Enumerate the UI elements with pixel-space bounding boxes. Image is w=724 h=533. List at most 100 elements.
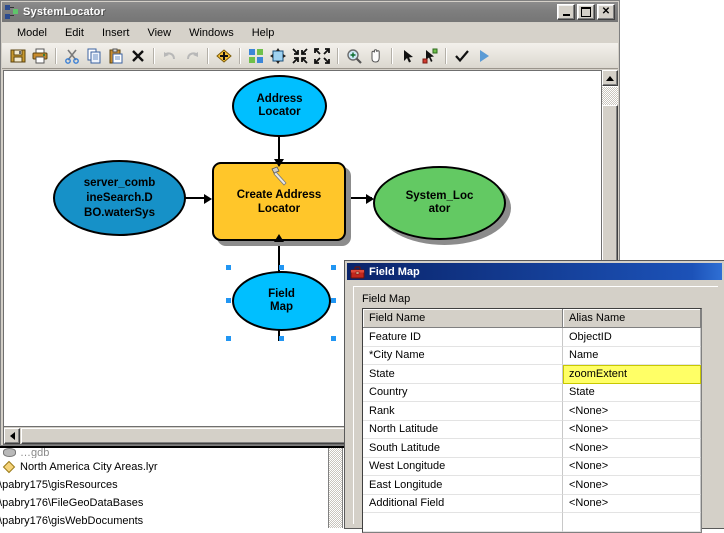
selection-handle-ne[interactable] (331, 265, 336, 270)
table-row[interactable]: North Latitude <None> (363, 420, 701, 439)
node-input-dataset[interactable]: server_comb ineSearch.D BO.waterSys (53, 160, 186, 236)
column-header-alias-name[interactable]: Alias Name (563, 309, 701, 328)
add-data-button[interactable] (213, 45, 235, 67)
cell-field-name[interactable]: Feature ID (363, 328, 563, 347)
catalog-item-gdb-label: …gdb (20, 448, 50, 458)
table-row[interactable]: Rank <None> (363, 402, 701, 421)
catalog-item-gisresources[interactable]: \\pabry175\gisResources (0, 476, 361, 494)
catalog-item-layer[interactable]: North America City Areas.lyr (0, 458, 361, 476)
field-map-titlebar[interactable]: Field Map (347, 263, 722, 280)
cell-field-name[interactable]: *City Name (363, 346, 563, 365)
node-input-dataset-label-line3: BO.waterSys (84, 206, 155, 219)
table-row[interactable]: East Longitude <None> (363, 476, 701, 495)
save-button[interactable] (7, 45, 29, 67)
zoom-in-extent-button[interactable] (311, 45, 333, 67)
paste-button[interactable] (105, 45, 127, 67)
catalog-item-giswebdocuments[interactable]: \\pabry176\gisWebDocuments (0, 512, 361, 528)
menu-model[interactable]: Model (8, 25, 56, 41)
run-button[interactable] (473, 45, 495, 67)
cell-alias-name[interactable] (563, 513, 701, 532)
scroll-up-button[interactable] (602, 70, 618, 86)
node-create-address-locator[interactable]: Create Address Locator (212, 162, 346, 241)
cell-alias-name[interactable]: State (563, 383, 701, 402)
cell-field-name[interactable]: North Latitude (363, 420, 563, 439)
toolbar (2, 43, 618, 69)
select-tool-button[interactable] (397, 45, 419, 67)
pan-tool-button[interactable] (365, 45, 387, 67)
table-row[interactable]: State zoomExtent (363, 365, 701, 384)
minimize-button[interactable] (557, 4, 575, 20)
catalog-item-filegeodatabases[interactable]: \\pabry176\FileGeoDataBases (0, 494, 361, 512)
catalog-vertical-scrollbar[interactable] (328, 448, 343, 528)
selection-handle-n[interactable] (279, 265, 284, 270)
selection-handle-e[interactable] (331, 298, 336, 303)
cell-field-name[interactable]: West Longitude (363, 457, 563, 476)
redo-button[interactable] (181, 45, 203, 67)
cell-alias-name[interactable]: <None> (563, 439, 701, 458)
selection-handle-s[interactable] (279, 336, 284, 341)
menu-insert[interactable]: Insert (93, 25, 139, 41)
node-address-locator[interactable]: Address Locator (232, 75, 327, 137)
cell-alias-name[interactable]: <None> (563, 402, 701, 421)
print-icon (32, 48, 48, 63)
field-map-table[interactable]: Field Name Alias Name Feature ID ObjectI… (362, 308, 702, 533)
undo-button[interactable] (159, 45, 181, 67)
selection-handle-se[interactable] (331, 336, 336, 341)
window-titlebar[interactable]: SystemLocator ✕ (2, 2, 618, 22)
table-row[interactable]: West Longitude <None> (363, 457, 701, 476)
window-controls: ✕ (557, 4, 615, 20)
cell-field-name[interactable]: State (363, 365, 563, 384)
cell-alias-name[interactable]: Name (563, 346, 701, 365)
cell-alias-name[interactable]: <None> (563, 457, 701, 476)
cell-field-name[interactable]: Rank (363, 402, 563, 421)
cell-alias-name[interactable]: <None> (563, 476, 701, 495)
table-row[interactable]: Country State (363, 383, 701, 402)
cell-alias-name[interactable]: ObjectID (563, 328, 701, 347)
table-row[interactable]: South Latitude <None> (363, 439, 701, 458)
table-row[interactable]: *City Name Name (363, 346, 701, 365)
cell-field-name[interactable]: East Longitude (363, 476, 563, 495)
full-extent-button[interactable] (267, 45, 289, 67)
print-button[interactable] (29, 45, 51, 67)
zoom-tool-button[interactable] (343, 45, 365, 67)
cell-alias-name[interactable]: <None> (563, 420, 701, 439)
selection-handle-nw[interactable] (226, 265, 231, 270)
column-header-field-name[interactable]: Field Name (363, 309, 563, 328)
database-icon (2, 448, 16, 458)
table-row[interactable]: Feature ID ObjectID (363, 328, 701, 347)
auto-layout-button[interactable] (245, 45, 267, 67)
cell-field-name[interactable]: Additional Field (363, 494, 563, 513)
cell-alias-name[interactable]: <None> (563, 494, 701, 513)
arrowhead-right-tool (204, 194, 212, 204)
menu-help[interactable]: Help (243, 25, 284, 41)
vscroll-track[interactable] (602, 87, 618, 105)
menu-windows[interactable]: Windows (180, 25, 243, 41)
cut-button[interactable] (61, 45, 83, 67)
cell-alias-name-editing[interactable]: zoomExtent (563, 365, 701, 384)
scroll-left-button[interactable] (4, 427, 20, 444)
node-address-locator-label-line2: Locator (258, 106, 301, 118)
maximize-button[interactable] (577, 4, 595, 20)
cell-field-name[interactable]: South Latitude (363, 439, 563, 458)
catalog-tree-panel[interactable]: …gdb North America City Areas.lyr \\pabr… (0, 446, 361, 528)
delete-button[interactable] (127, 45, 149, 67)
menu-edit[interactable]: Edit (56, 25, 93, 41)
catalog-item-gdb[interactable]: …gdb (0, 448, 361, 458)
selection-handle-w[interactable] (226, 298, 231, 303)
zoom-out-extent-button[interactable] (289, 45, 311, 67)
field-map-dialog: Field Map Field Map Field Name Alias Nam… (345, 261, 724, 533)
menu-view[interactable]: View (138, 25, 180, 41)
selection-handle-sw[interactable] (226, 336, 231, 341)
validate-button[interactable] (451, 45, 473, 67)
table-row-empty[interactable] (363, 513, 701, 532)
table-row[interactable]: Additional Field <None> (363, 494, 701, 513)
copy-icon (87, 48, 101, 63)
cell-field-name[interactable] (363, 513, 563, 532)
close-button[interactable]: ✕ (597, 4, 615, 20)
connect-tool-button[interactable] (419, 45, 441, 67)
cell-field-name[interactable]: Country (363, 383, 563, 402)
node-field-map[interactable]: Field Map (232, 271, 331, 331)
hand-icon (371, 48, 380, 63)
copy-button[interactable] (83, 45, 105, 67)
node-system-locator[interactable]: System_Loc ator (373, 166, 506, 240)
